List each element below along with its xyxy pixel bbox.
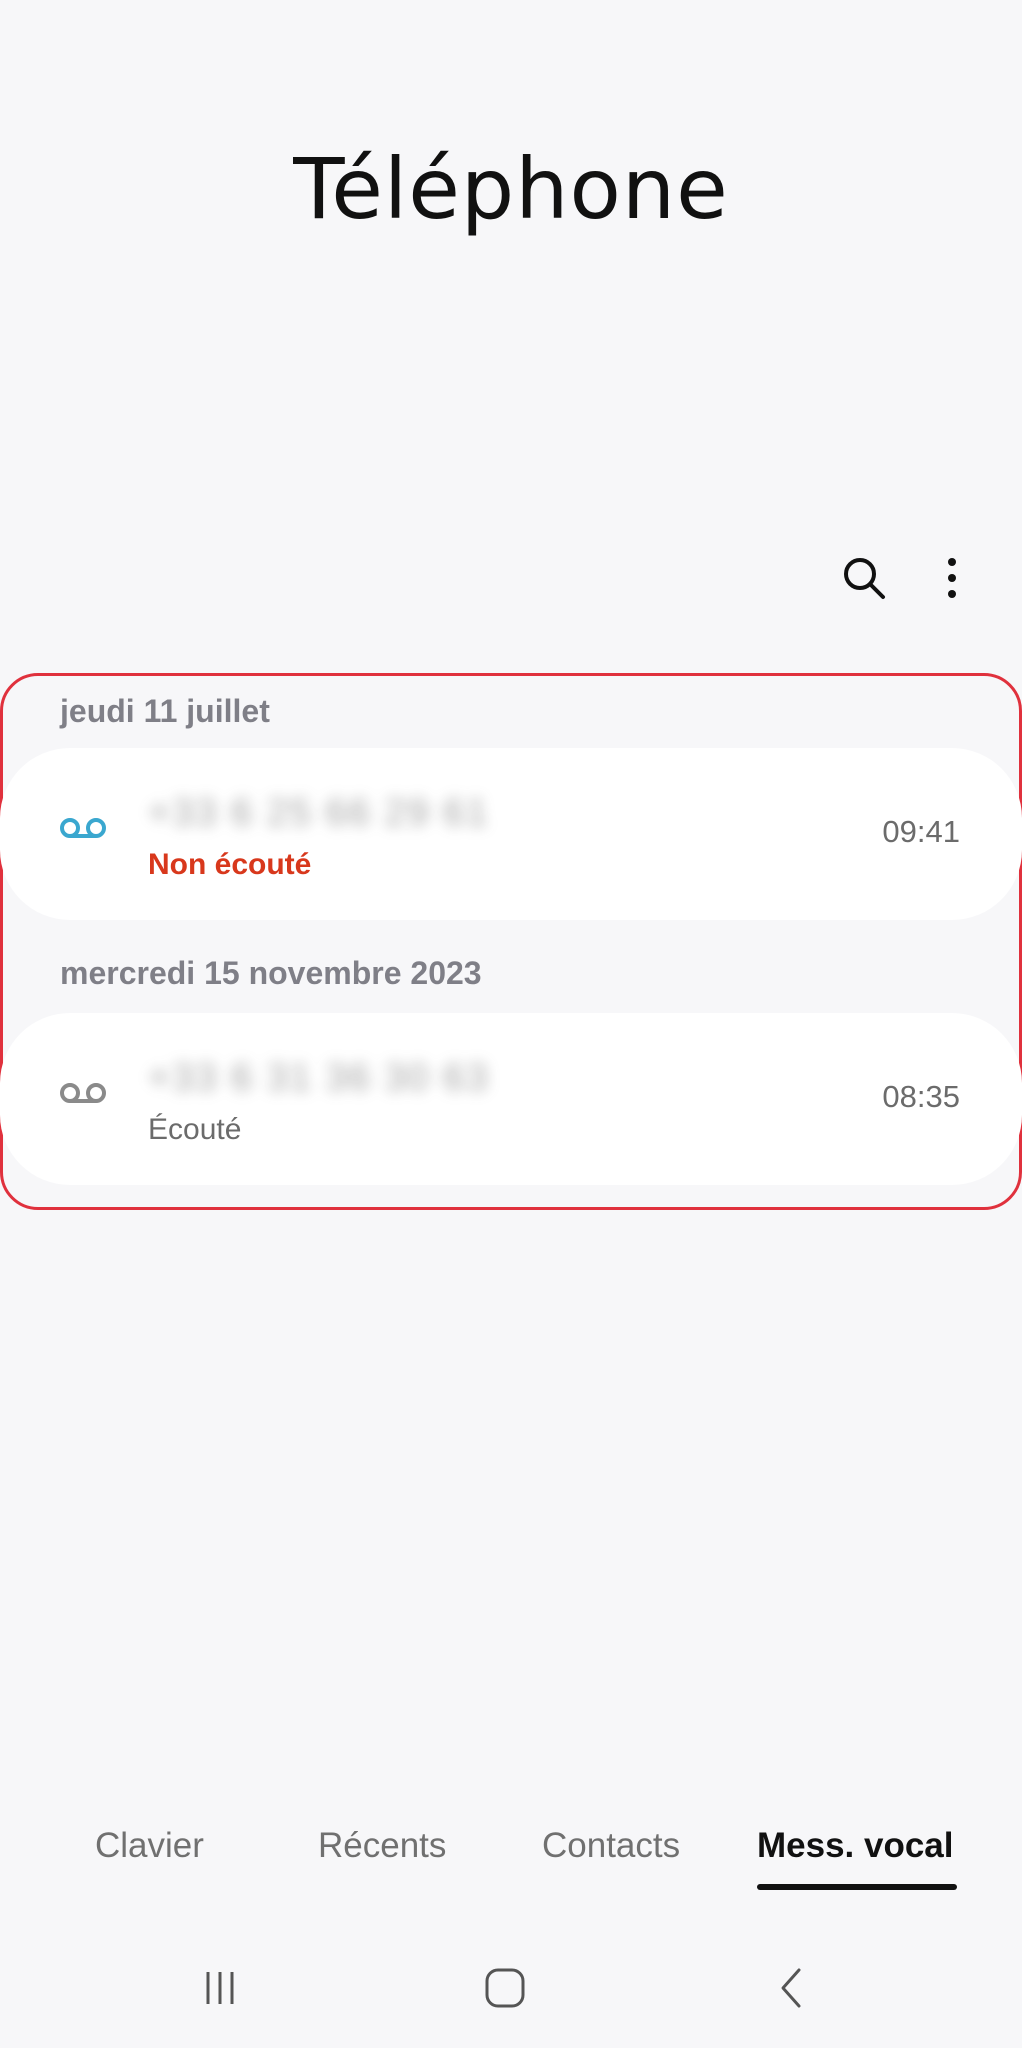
toolbar (806, 548, 982, 608)
search-button[interactable] (834, 548, 894, 608)
tab-voicemail[interactable]: Mess. vocal (757, 1826, 954, 1866)
home-button[interactable] (465, 1948, 545, 2028)
system-navigation-bar (0, 1948, 1022, 2028)
selected-tab-indicator (757, 1884, 957, 1890)
voicemail-icon (60, 818, 106, 838)
more-vert-icon (948, 558, 956, 598)
recent-apps-button[interactable] (180, 1948, 260, 2028)
voicemail-status: Écouté (148, 1113, 242, 1146)
voicemail-item[interactable]: +33 6 31 36 30 63 Écouté 08:35 (0, 1013, 1022, 1185)
date-header: jeudi 11 juillet (60, 693, 270, 729)
recent-apps-icon (206, 1972, 234, 2004)
voicemail-status: Non écouté (148, 848, 312, 881)
voicemail-item[interactable]: +33 6 25 66 29 61 Non écouté 09:41 (0, 748, 1022, 920)
home-icon (485, 1968, 525, 2008)
caller-number: +33 6 31 36 30 63 (148, 1057, 490, 1099)
voicemail-time: 08:35 (882, 1079, 960, 1114)
back-icon (781, 1968, 801, 2008)
back-button[interactable] (752, 1948, 832, 2028)
tab-keypad[interactable]: Clavier (95, 1826, 204, 1866)
date-header: mercredi 15 novembre 2023 (60, 955, 482, 991)
voicemail-time: 09:41 (882, 814, 960, 849)
search-icon (844, 558, 885, 599)
more-options-button[interactable] (922, 548, 982, 608)
caller-number: +33 6 25 66 29 61 (148, 792, 490, 834)
tab-contacts[interactable]: Contacts (542, 1826, 680, 1866)
page-title: Téléphone (293, 140, 729, 238)
voicemail-icon (60, 1083, 106, 1103)
tab-recents[interactable]: Récents (318, 1826, 446, 1866)
